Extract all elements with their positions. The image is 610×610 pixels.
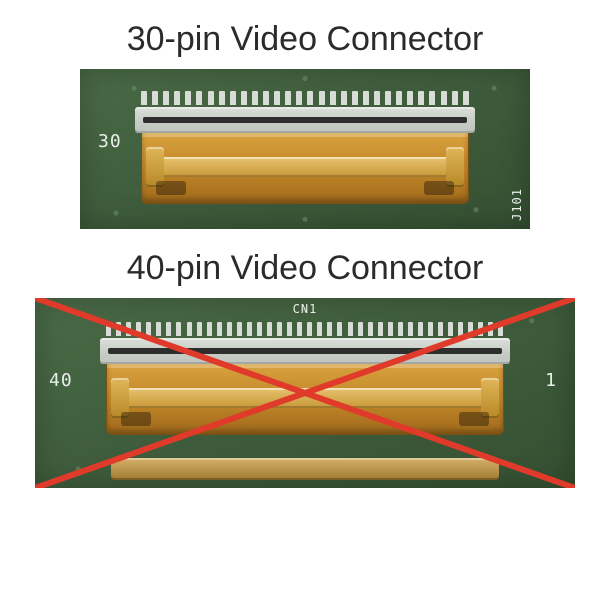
connector-30pin xyxy=(135,91,475,204)
section-40pin: 40-pin Video Connector 40 1 CN1 xyxy=(35,249,575,488)
silk-left-30: 30 xyxy=(98,131,122,152)
pcb-30pin: 30 J101 xyxy=(80,69,530,229)
pad-strip-bottom-40 xyxy=(111,458,500,480)
receptacle-30 xyxy=(135,107,475,133)
title-40pin: 40-pin Video Connector xyxy=(127,249,484,288)
housing-40 xyxy=(106,364,504,435)
silk-right-40: 1 xyxy=(545,370,557,391)
receptacle-40 xyxy=(100,338,510,364)
section-30pin: 30-pin Video Connector 30 J101 xyxy=(80,20,530,229)
title-30pin: 30-pin Video Connector xyxy=(127,20,484,59)
silk-left-40: 40 xyxy=(49,370,73,391)
housing-30 xyxy=(141,133,469,204)
silk-right-small-30: J101 xyxy=(510,188,524,221)
pcb-40pin: 40 1 CN1 xyxy=(35,298,575,488)
connector-40pin xyxy=(100,322,510,435)
pad-row-40 xyxy=(100,322,510,336)
pad-row-30 xyxy=(135,91,475,105)
silk-top-small-40: CN1 xyxy=(293,302,318,316)
